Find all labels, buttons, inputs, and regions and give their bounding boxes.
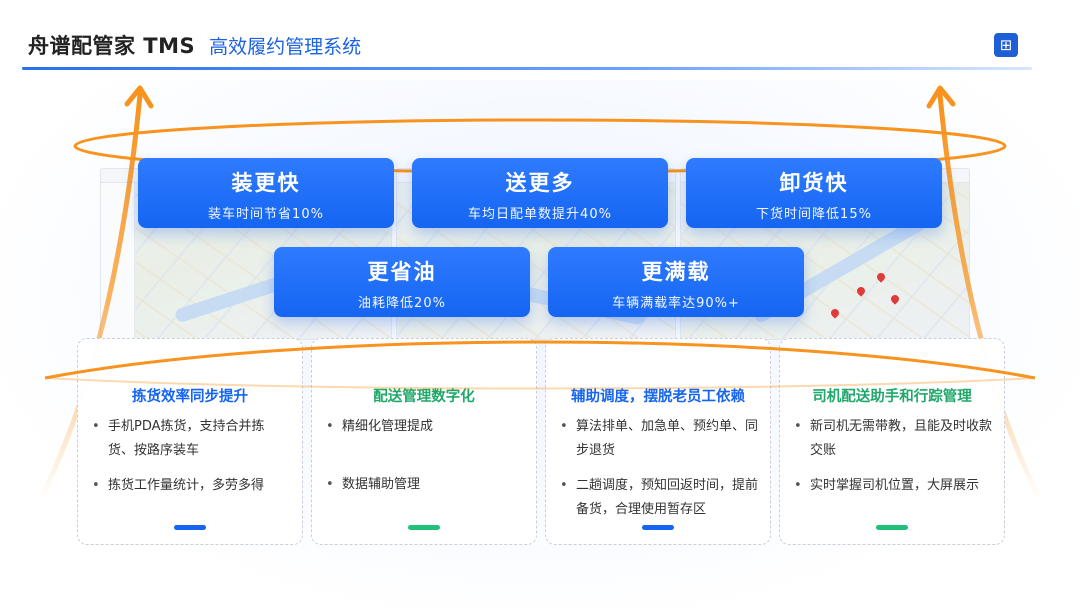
feature-desc: 装车时间节省10%	[208, 207, 324, 222]
list-item: 手机PDA拣货，支持合并拣货、按路序装车	[92, 415, 290, 463]
list-item: 实时掌握司机位置，大屏展示	[794, 474, 992, 498]
panel-title: 辅助调度，摆脱老员工依赖	[571, 389, 745, 405]
panel-driver-assistant: 司机配送助手和行踪管理 新司机无需带教，且能及时收款交账 实时掌握司机位置，大屏…	[779, 338, 1005, 545]
panel-indicator	[876, 525, 908, 530]
feature-desc: 车均日配单数提升40%	[468, 207, 612, 222]
list-item: 新司机无需带教，且能及时收款交账	[794, 415, 992, 463]
feature-title: 更满载	[641, 260, 711, 284]
panel-indicator	[408, 525, 440, 530]
panel-delivery-management: 配送管理数字化 精细化管理提成 数据辅助管理	[311, 338, 537, 545]
panel-indicator	[174, 525, 206, 530]
list-item: 精细化管理提成	[326, 415, 524, 439]
feature-card-load-faster: 装更快 装车时间节省10%	[138, 158, 394, 228]
list-item: 二趟调度，预知回返时间，提前备货，合理使用暂存区	[560, 474, 758, 522]
panel-list: 手机PDA拣货，支持合并拣货、按路序装车 拣货工作量统计，多劳多得	[92, 415, 290, 509]
list-item: 数据辅助管理	[326, 473, 524, 497]
list-item: 拣货工作量统计，多劳多得	[92, 474, 290, 498]
list-item: 算法排单、加急单、预约单、同步退货	[560, 415, 758, 463]
feature-title: 卸货快	[779, 171, 849, 195]
feature-title: 装更快	[231, 171, 301, 195]
panel-indicator	[642, 525, 674, 530]
panel-picking: 拣货效率同步提升 手机PDA拣货，支持合并拣货、按路序装车 拣货工作量统计，多劳…	[77, 338, 303, 545]
feature-card-save-fuel: 更省油 油耗降低20%	[274, 247, 530, 317]
panel-dispatch: 辅助调度，摆脱老员工依赖 算法排单、加急单、预约单、同步退货 二趟调度，预知回返…	[545, 338, 771, 545]
feature-card-deliver-more: 送更多 车均日配单数提升40%	[412, 158, 668, 228]
panel-list: 精细化管理提成 数据辅助管理	[326, 415, 524, 508]
feature-desc: 车辆满载率达90%+	[612, 296, 740, 311]
feature-card-full-load: 更满载 车辆满载率达90%+	[548, 247, 804, 317]
panel-title: 配送管理数字化	[373, 389, 475, 405]
panel-title: 司机配送助手和行踪管理	[812, 389, 972, 405]
feature-title: 送更多	[505, 171, 575, 195]
feature-desc: 油耗降低20%	[358, 296, 446, 311]
panel-title: 拣货效率同步提升	[132, 389, 248, 405]
feature-title: 更省油	[367, 260, 437, 284]
feature-card-unload-faster: 卸货快 下货时间降低15%	[686, 158, 942, 228]
panel-list: 新司机无需带教，且能及时收款交账 实时掌握司机位置，大屏展示	[794, 415, 992, 509]
panel-list: 算法排单、加急单、预约单、同步退货 二趟调度，预知回返时间，提前备货，合理使用暂…	[560, 415, 758, 533]
feature-desc: 下货时间降低15%	[756, 207, 872, 222]
